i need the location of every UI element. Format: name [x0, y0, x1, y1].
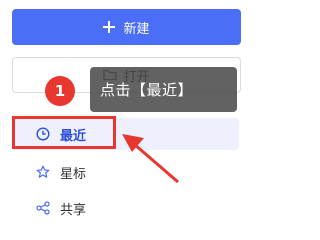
- tooltip-callout: 点击【最近】: [90, 67, 237, 112]
- share-icon: [36, 201, 50, 215]
- sidebar-item-label: 共享: [60, 202, 87, 218]
- step-badge: 1: [45, 76, 75, 106]
- sidebar-item-label: 星标: [60, 166, 87, 182]
- new-button-label: 新建: [123, 21, 150, 37]
- highlight-box: [12, 116, 116, 149]
- new-button[interactable]: 新建: [12, 9, 241, 45]
- plus-icon: [103, 21, 116, 33]
- sidebar-item-shared[interactable]: 共享: [12, 192, 239, 224]
- callout-text: 点击【最近】: [100, 81, 194, 99]
- pointer-arrow-icon: [122, 134, 179, 184]
- star-icon: [36, 165, 50, 178]
